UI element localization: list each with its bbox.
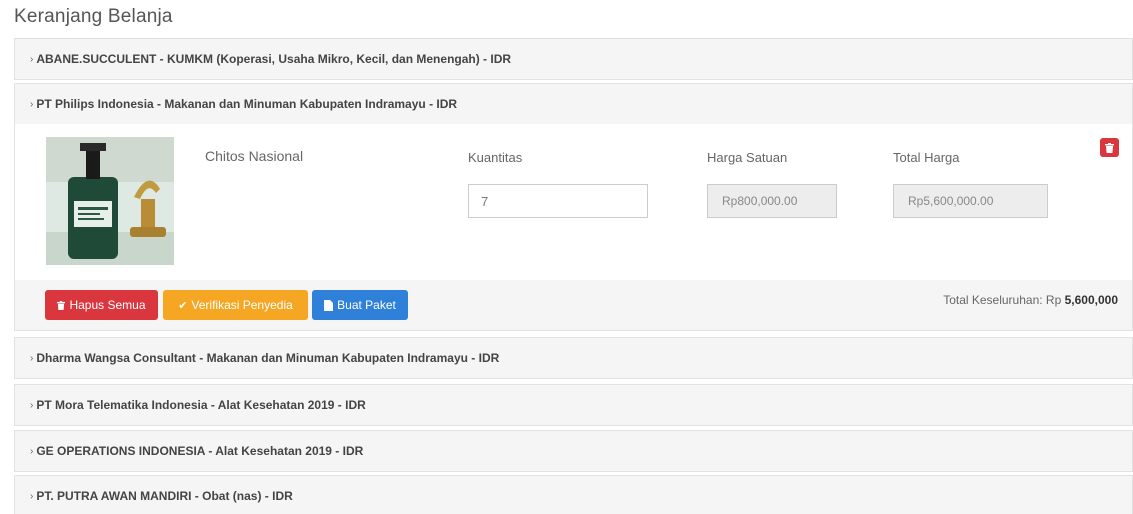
trash-icon bbox=[57, 300, 66, 310]
chevron-right-icon: › bbox=[30, 352, 34, 364]
remove-item-button[interactable] bbox=[1100, 138, 1119, 157]
verify-vendor-button[interactable]: ✔ Verifikasi Penyedia bbox=[163, 290, 308, 320]
chevron-right-icon: › bbox=[30, 490, 34, 502]
vendor-label: Dharma Wangsa Consultant - Makanan dan M… bbox=[36, 351, 500, 365]
chevron-right-icon: › bbox=[30, 399, 34, 411]
unit-price-field: Rp800,000.00 bbox=[707, 184, 837, 218]
cart-item-row: Chitos Nasional Kuantitas Harga Satuan R… bbox=[14, 124, 1133, 280]
chevron-right-icon: › bbox=[30, 445, 34, 457]
verify-vendor-label: Verifikasi Penyedia bbox=[191, 298, 293, 312]
vendor-label: ABANE.SUCCULENT - KUMKM (Koperasi, Usaha… bbox=[36, 52, 512, 66]
vendor-panel-philips[interactable]: › PT Philips Indonesia - Makanan dan Min… bbox=[14, 83, 1133, 125]
vendor-panel-header[interactable]: › PT. PUTRA AWAN MANDIRI - Obat (nas) - … bbox=[15, 476, 1132, 514]
vendor-panel-header[interactable]: › PT Mora Telematika Indonesia - Alat Ke… bbox=[15, 385, 1132, 425]
vendor-label: GE OPERATIONS INDONESIA - Alat Kesehatan… bbox=[36, 444, 364, 458]
cart-action-bar: Hapus Semua ✔ Verifikasi Penyedia Buat P… bbox=[14, 280, 1133, 331]
grand-total-label: Total Keseluruhan: Rp bbox=[943, 293, 1062, 307]
grand-total: Total Keseluruhan: Rp 5,600,000 bbox=[943, 293, 1118, 307]
vendor-panel-mora-telematika[interactable]: › PT Mora Telematika Indonesia - Alat Ke… bbox=[14, 384, 1133, 426]
vendor-label: PT. PUTRA AWAN MANDIRI - Obat (nas) - ID… bbox=[36, 489, 293, 503]
page-title: Keranjang Belanja bbox=[14, 6, 173, 27]
create-package-label: Buat Paket bbox=[337, 298, 396, 312]
file-icon bbox=[324, 299, 334, 311]
product-image[interactable] bbox=[46, 137, 174, 265]
vendor-label: PT Mora Telematika Indonesia - Alat Kese… bbox=[36, 398, 366, 412]
total-price-label: Total Harga bbox=[893, 150, 960, 165]
chevron-right-icon: › bbox=[30, 98, 34, 110]
vendor-panel-ge-operations[interactable]: › GE OPERATIONS INDONESIA - Alat Kesehat… bbox=[14, 430, 1133, 472]
delete-all-label: Hapus Semua bbox=[69, 298, 146, 312]
total-price-field: Rp5,600,000.00 bbox=[893, 184, 1048, 218]
vendor-panel-abane[interactable]: › ABANE.SUCCULENT - KUMKM (Koperasi, Usa… bbox=[14, 38, 1133, 80]
vendor-label: PT Philips Indonesia - Makanan dan Minum… bbox=[36, 97, 458, 111]
create-package-button[interactable]: Buat Paket bbox=[312, 290, 408, 320]
vendor-panel-header[interactable]: › Dharma Wangsa Consultant - Makanan dan… bbox=[15, 338, 1132, 378]
vendor-panel-header[interactable]: › GE OPERATIONS INDONESIA - Alat Kesehat… bbox=[15, 431, 1132, 471]
product-name[interactable]: Chitos Nasional bbox=[205, 148, 303, 164]
quantity-label: Kuantitas bbox=[468, 150, 523, 165]
vendor-panel-putra-awan[interactable]: › PT. PUTRA AWAN MANDIRI - Obat (nas) - … bbox=[14, 475, 1133, 514]
check-icon: ✔ bbox=[178, 299, 188, 312]
quantity-input[interactable] bbox=[468, 184, 648, 218]
vendor-panel-header[interactable]: › ABANE.SUCCULENT - KUMKM (Koperasi, Usa… bbox=[15, 39, 1132, 79]
grand-total-value: 5,600,000 bbox=[1064, 293, 1118, 307]
vendor-panel-dharma-wangsa[interactable]: › Dharma Wangsa Consultant - Makanan dan… bbox=[14, 337, 1133, 379]
delete-all-button[interactable]: Hapus Semua bbox=[45, 290, 158, 320]
chevron-right-icon: › bbox=[30, 53, 34, 65]
trash-icon bbox=[1105, 142, 1114, 153]
unit-price-label: Harga Satuan bbox=[707, 150, 788, 165]
vendor-panel-header[interactable]: › PT Philips Indonesia - Makanan dan Min… bbox=[15, 84, 1132, 124]
